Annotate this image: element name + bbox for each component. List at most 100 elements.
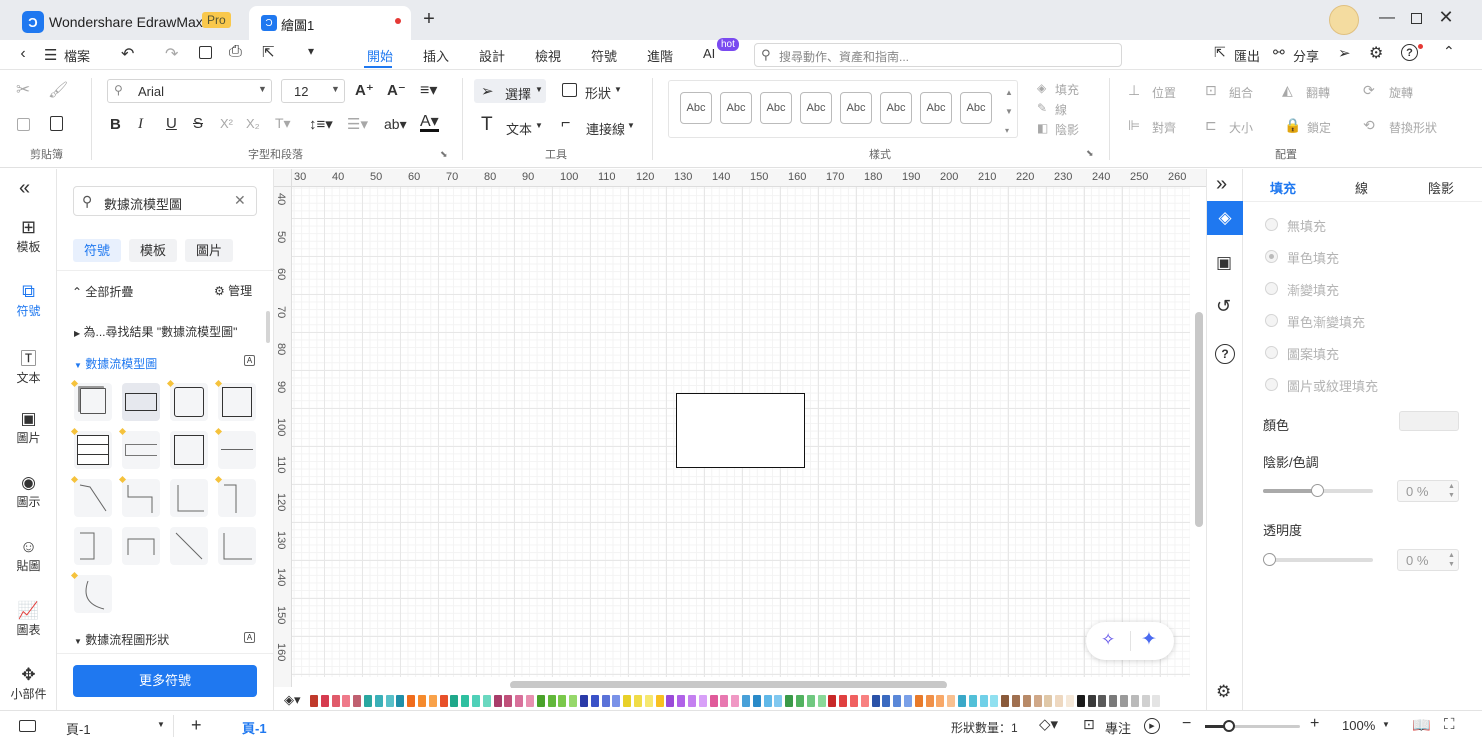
style-sample[interactable]: Abc xyxy=(960,92,992,124)
color-swatch[interactable] xyxy=(655,695,664,707)
color-swatch[interactable] xyxy=(1022,695,1031,707)
color-swatch[interactable] xyxy=(774,695,783,707)
symbol-data-flow[interactable] xyxy=(214,427,256,469)
magic-wand-icon[interactable]: ✧ xyxy=(1101,630,1115,650)
symbol-data-store[interactable] xyxy=(118,427,160,469)
underline-icon[interactable]: U xyxy=(166,115,177,132)
connector-tool-label[interactable]: 連接線 xyxy=(586,119,625,138)
nav-charts[interactable]: 📈 圖表 xyxy=(0,601,57,638)
export-share-icon[interactable]: ⇱ xyxy=(262,43,275,61)
nav-templates[interactable]: ⊞ 模板 xyxy=(0,217,57,255)
color-swatch[interactable] xyxy=(590,695,599,707)
color-swatch[interactable] xyxy=(1012,695,1020,707)
nav-stickers[interactable]: ☺ 貼圖 xyxy=(0,537,57,574)
color-swatch[interactable] xyxy=(526,695,534,707)
color-swatch[interactable] xyxy=(1130,695,1139,707)
color-swatch[interactable] xyxy=(871,695,880,707)
settings-icon[interactable]: ⚙ xyxy=(1369,43,1383,63)
fit-page-icon[interactable]: ⛶ xyxy=(1444,716,1455,733)
lib-tab-images[interactable]: 圖片 xyxy=(185,239,233,262)
fill-bucket-icon[interactable]: ◈▾ xyxy=(284,692,301,708)
radio-no-fill[interactable] xyxy=(1265,218,1278,231)
dialog-launcher-icon[interactable]: ⬊ xyxy=(1086,148,1094,159)
symbol-straight-arrow[interactable] xyxy=(170,527,208,565)
symbol-square[interactable] xyxy=(170,431,208,469)
radio-mono-gradient-fill[interactable] xyxy=(1265,314,1278,327)
color-swatch[interactable] xyxy=(731,695,740,707)
drawing-canvas[interactable]: 30 40 50 60 70 80 90 100 110 120 130 140 150 160 170 18… xyxy=(274,169,1206,710)
color-swatch[interactable] xyxy=(720,695,729,707)
tab-insert[interactable]: 插入 xyxy=(423,46,449,65)
color-picker[interactable] xyxy=(1399,411,1459,431)
color-swatch[interactable] xyxy=(320,695,329,707)
close-icon[interactable]: ✕ xyxy=(1436,7,1456,27)
style-sample[interactable]: Abc xyxy=(920,92,952,124)
color-swatch[interactable] xyxy=(482,695,491,707)
presentation-icon[interactable]: ▣ xyxy=(1216,253,1232,273)
book-icon[interactable]: 📖 xyxy=(1412,716,1431,734)
panel-scrollbar[interactable] xyxy=(266,311,270,343)
color-swatch[interactable] xyxy=(1066,695,1074,707)
color-swatch[interactable] xyxy=(785,695,794,707)
color-swatch[interactable] xyxy=(925,695,934,707)
line-button[interactable]: 線 xyxy=(1055,101,1067,118)
radio-gradient-fill[interactable] xyxy=(1265,282,1278,295)
shade-slider-thumb[interactable] xyxy=(1311,484,1324,497)
bold-icon[interactable]: B xyxy=(110,116,121,133)
focus-button[interactable]: 專注 xyxy=(1105,718,1131,737)
nav-symbols[interactable]: ⧉ 符號 xyxy=(0,281,57,319)
color-swatch[interactable] xyxy=(882,695,891,707)
expand-panel-icon[interactable]: » xyxy=(1216,173,1227,196)
text-tool-label[interactable]: 文本 xyxy=(506,119,532,138)
color-swatch[interactable] xyxy=(1098,695,1107,707)
color-swatch[interactable] xyxy=(796,695,804,707)
bullet-list-icon[interactable]: ☰▾ xyxy=(347,115,368,133)
color-swatch[interactable] xyxy=(1120,695,1128,707)
history-icon[interactable]: ↺ xyxy=(1216,296,1231,317)
superscript-icon[interactable]: X² xyxy=(220,116,233,131)
lock-button[interactable]: 鎖定 xyxy=(1307,119,1331,136)
stepper-icon[interactable]: ▲ ▼ xyxy=(1448,482,1455,500)
radio-pattern-fill[interactable] xyxy=(1265,346,1278,359)
color-swatch[interactable] xyxy=(601,695,610,707)
share-button[interactable]: 分享 xyxy=(1293,46,1319,65)
color-swatch[interactable] xyxy=(860,695,869,707)
stepper-icon[interactable]: ▲ ▼ xyxy=(1448,551,1455,569)
tab-design[interactable]: 設計 xyxy=(479,46,505,65)
symbol-entity[interactable] xyxy=(70,379,112,421)
color-swatch[interactable] xyxy=(828,695,837,707)
symbol-corner-connector[interactable] xyxy=(218,527,256,565)
color-swatch[interactable] xyxy=(472,695,480,707)
style-sample[interactable]: Abc xyxy=(840,92,872,124)
align-text-icon[interactable]: ≡▾ xyxy=(420,80,437,100)
search-result-header[interactable]: ▶ 為...尋找結果 "數據流模型圖" xyxy=(74,323,237,340)
color-swatch[interactable] xyxy=(677,695,686,707)
color-swatch[interactable] xyxy=(558,695,567,707)
symbol-u-connector[interactable] xyxy=(122,527,160,565)
search-box[interactable]: ⚲ 搜尋動作、資產和指南... xyxy=(754,43,1122,67)
color-swatch[interactable] xyxy=(958,695,966,707)
back-icon[interactable]: ‹ xyxy=(14,45,32,63)
add-page-icon[interactable]: + xyxy=(191,715,202,736)
lib-tab-templates[interactable]: 模板 xyxy=(129,239,177,262)
save-icon[interactable] xyxy=(199,46,212,59)
collapse-ribbon-icon[interactable]: ⌃ xyxy=(1443,43,1455,60)
symbol-diagonal-arrow[interactable] xyxy=(70,475,112,517)
symbol-bracket-connector[interactable] xyxy=(74,527,112,565)
color-swatch[interactable] xyxy=(990,695,999,707)
new-tab-icon[interactable]: + xyxy=(420,8,438,30)
color-swatch[interactable] xyxy=(623,695,632,707)
rectangle-shape[interactable] xyxy=(676,393,805,468)
style-sample[interactable]: Abc xyxy=(880,92,912,124)
color-swatch[interactable] xyxy=(450,695,459,707)
fill-button[interactable]: 填充 xyxy=(1055,81,1079,98)
color-swatch[interactable] xyxy=(1087,695,1096,707)
color-swatch[interactable] xyxy=(418,695,426,707)
color-swatch[interactable] xyxy=(580,695,588,707)
minimize-icon[interactable]: — xyxy=(1377,8,1397,28)
redo-icon[interactable]: ↷ xyxy=(165,44,178,64)
gallery-scroll-icon[interactable]: ▲ ▼ ▾ xyxy=(1005,83,1013,140)
tab-view[interactable]: 檢視 xyxy=(535,46,561,65)
more-icon[interactable]: ▾ xyxy=(308,44,314,58)
send-icon[interactable]: ➢ xyxy=(1338,44,1351,62)
